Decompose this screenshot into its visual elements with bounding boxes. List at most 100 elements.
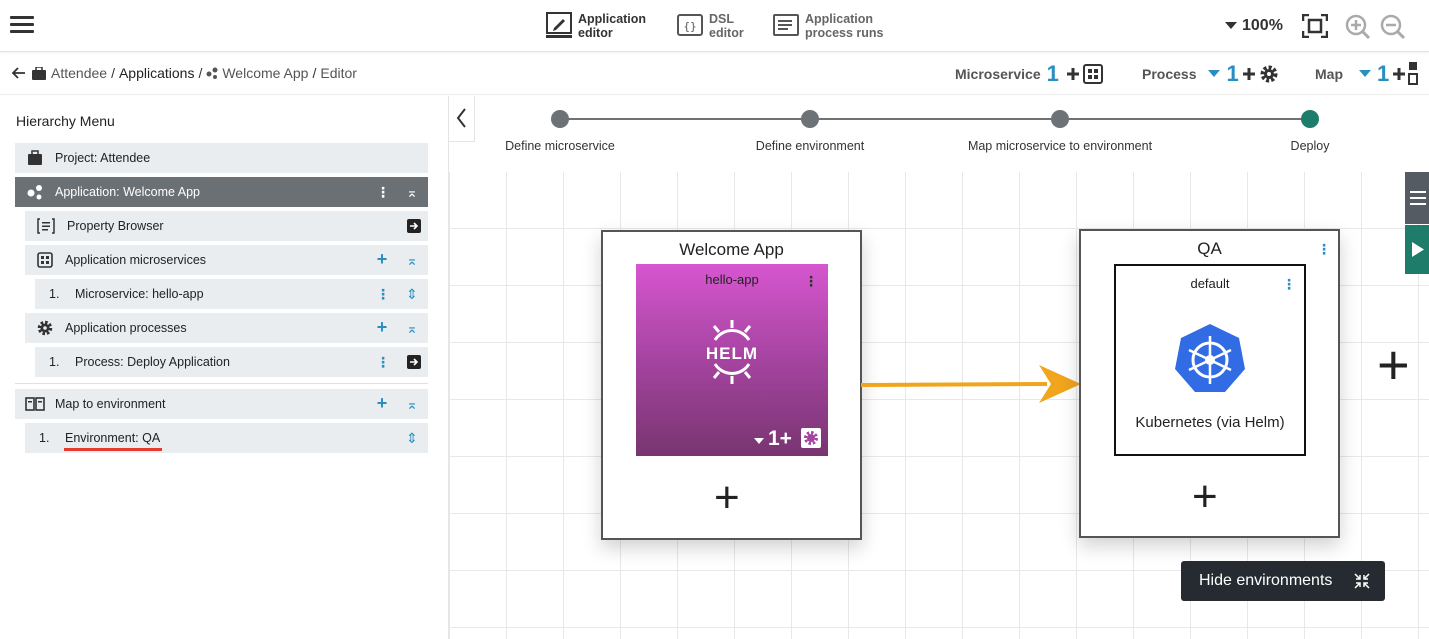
tree-item-label: Application processes	[65, 321, 187, 335]
editor-canvas[interactable]: Welcome App hello-app ⋮ HELM 1+ + QA ⋮ d…	[449, 172, 1429, 639]
breadcrumb-bar: Attendee / Applications / Welcome App / …	[0, 53, 1429, 95]
tree-item-microservices[interactable]: Application microservices + ⌅	[25, 245, 428, 275]
tree-item-property-browser[interactable]: Property Browser	[25, 211, 428, 241]
environment-cluster-card[interactable]: default ⋮ Kubernetes (via Helm)	[1114, 264, 1306, 456]
collapse-chevrons-icon[interactable]: ⌅	[404, 396, 420, 412]
highlight-underline	[64, 448, 162, 451]
mode-label-2: editor	[709, 26, 744, 40]
kebab-menu-icon[interactable]: ⋮	[1317, 241, 1331, 258]
add-process-gear-icon[interactable]	[1241, 63, 1281, 85]
back-arrow-icon[interactable]	[12, 67, 26, 79]
counter-value: 1	[1046, 61, 1059, 86]
step-dot[interactable]	[551, 110, 569, 128]
mode-application-editor[interactable]: Application editor	[546, 12, 646, 40]
chevron-left-icon	[456, 108, 466, 128]
hide-environments-button[interactable]: Hide environments	[1181, 561, 1385, 601]
application-node-title: Welcome App	[679, 240, 784, 259]
tree-item-label: Map to environment	[55, 397, 166, 411]
tree-item-process-deploy[interactable]: 1. Process: Deploy Application ⋮	[35, 347, 428, 377]
mode-dsl-editor[interactable]: {} DSL editor	[677, 12, 744, 40]
microservice-card[interactable]: hello-app ⋮ HELM 1+	[636, 264, 828, 456]
open-arrow-icon[interactable]	[406, 354, 422, 370]
tree-item-label: Project: Attendee	[55, 151, 151, 165]
divider	[15, 383, 428, 384]
top-toolbar: Application editor {} DSL editor Applicati…	[0, 0, 1429, 52]
breadcrumb-page: Editor	[320, 65, 357, 81]
kebab-menu-icon[interactable]: ⋮	[375, 286, 391, 302]
add-icon[interactable]: +	[374, 394, 390, 412]
map-counter: Map 1	[1315, 61, 1421, 87]
fit-to-screen-icon[interactable]	[1302, 14, 1328, 38]
expand-chevrons-icon[interactable]: ⇕	[404, 286, 420, 302]
tree-item-label: Property Browser	[67, 219, 164, 233]
tree-item-processes[interactable]: Application processes + ⌅	[25, 313, 428, 343]
open-arrow-icon[interactable]	[406, 218, 422, 234]
expand-chevrons-icon[interactable]: ⇕	[404, 430, 420, 446]
tree-item-map-to-environment[interactable]: Map to environment + ⌅	[15, 389, 428, 419]
breadcrumb-app[interactable]: Welcome App	[222, 65, 308, 81]
tree-item-label: Microservice: hello-app	[75, 287, 204, 301]
breadcrumb-project[interactable]: Attendee	[51, 65, 107, 81]
breadcrumb-applications[interactable]: Applications	[119, 65, 195, 81]
step-dot[interactable]	[1051, 110, 1069, 128]
kebab-menu-icon[interactable]: ⋮	[804, 273, 818, 290]
tree-item-application[interactable]: Application: Welcome App ⋮ ⌅	[15, 177, 428, 207]
briefcase-icon	[28, 150, 42, 165]
kebab-menu-icon[interactable]: ⋮	[375, 354, 391, 370]
environment-node[interactable]: QA ⋮ default ⋮ Kubernetes (via Helm) +	[1079, 229, 1340, 538]
counter-value: 1	[1226, 61, 1239, 86]
add-environment-plus-icon[interactable]: +	[1377, 337, 1410, 393]
cluster-title: default	[1190, 276, 1230, 291]
collapse-sidebar-button[interactable]	[449, 96, 475, 142]
collapse-chevrons-icon[interactable]: ⌅	[404, 184, 420, 200]
tree-item-number: 1.	[49, 287, 60, 301]
kebab-menu-icon[interactable]: ⋮	[1282, 276, 1296, 293]
dropdown-caret-icon[interactable]	[1359, 70, 1371, 78]
briefcase-icon	[32, 66, 46, 80]
zoom-dropdown-caret-icon[interactable]	[1225, 22, 1237, 30]
microservice-counter: Microservice 1	[955, 61, 1105, 87]
environment-node-title: QA	[1197, 239, 1222, 258]
microservice-grid-icon	[37, 252, 53, 268]
add-cluster-plus-icon[interactable]: +	[1192, 475, 1218, 519]
hierarchy-sidebar: Hierarchy Menu Project: Attendee Applica…	[0, 96, 475, 639]
process-gear-icon[interactable]	[801, 428, 821, 448]
hamburger-menu-icon[interactable]	[10, 16, 34, 34]
process-count: 1+	[768, 427, 792, 450]
dropdown-caret-icon[interactable]	[754, 438, 764, 445]
counter-label: Microservice	[955, 66, 1041, 82]
add-icon[interactable]: +	[374, 250, 390, 268]
add-icon[interactable]: +	[374, 318, 390, 336]
zoom-out-icon[interactable]	[1380, 14, 1406, 40]
step-dot[interactable]	[801, 110, 819, 128]
step-label[interactable]: Map microservice to environment	[968, 139, 1152, 153]
collapse-chevrons-icon[interactable]: ⌅	[404, 320, 420, 336]
tree-item-label: Application microservices	[65, 253, 207, 267]
mode-label-2: process runs	[805, 26, 884, 40]
add-microservice-icon[interactable]	[1065, 63, 1105, 85]
zoom-level: 100%	[1242, 17, 1283, 34]
collapse-chevrons-icon[interactable]: ⌅	[404, 252, 420, 268]
tree-item-project[interactable]: Project: Attendee	[15, 143, 428, 173]
application-node[interactable]: Welcome App hello-app ⋮ HELM 1+ +	[601, 230, 862, 540]
dropdown-caret-icon[interactable]	[1208, 70, 1221, 78]
tree-item-microservice-hello-app[interactable]: 1. Microservice: hello-app ⋮ ⇕	[35, 279, 428, 309]
sidebar-title: Hierarchy Menu	[16, 113, 115, 129]
step-label[interactable]: Deploy	[1291, 139, 1330, 153]
process-counter: Process 1	[1142, 61, 1281, 87]
mode-process-runs[interactable]: Application process runs	[773, 12, 884, 40]
step-label[interactable]: Define environment	[756, 139, 864, 153]
counter-value: 1	[1377, 61, 1390, 86]
zoom-in-icon[interactable]	[1345, 14, 1371, 40]
step-label[interactable]: Define microservice	[505, 139, 615, 153]
step-dot-active[interactable]	[1301, 110, 1319, 128]
kebab-menu-icon[interactable]: ⋮	[375, 184, 391, 200]
tree-item-label: Process: Deploy Application	[75, 355, 230, 369]
mode-label-2: editor	[578, 26, 613, 40]
add-microservice-plus-icon[interactable]: +	[714, 476, 740, 520]
add-map-icon[interactable]	[1391, 62, 1421, 86]
side-menu-tab[interactable]	[1405, 172, 1429, 224]
list-doc-icon	[773, 14, 799, 36]
side-play-tab[interactable]	[1405, 225, 1429, 274]
counter-label: Map	[1315, 66, 1343, 82]
